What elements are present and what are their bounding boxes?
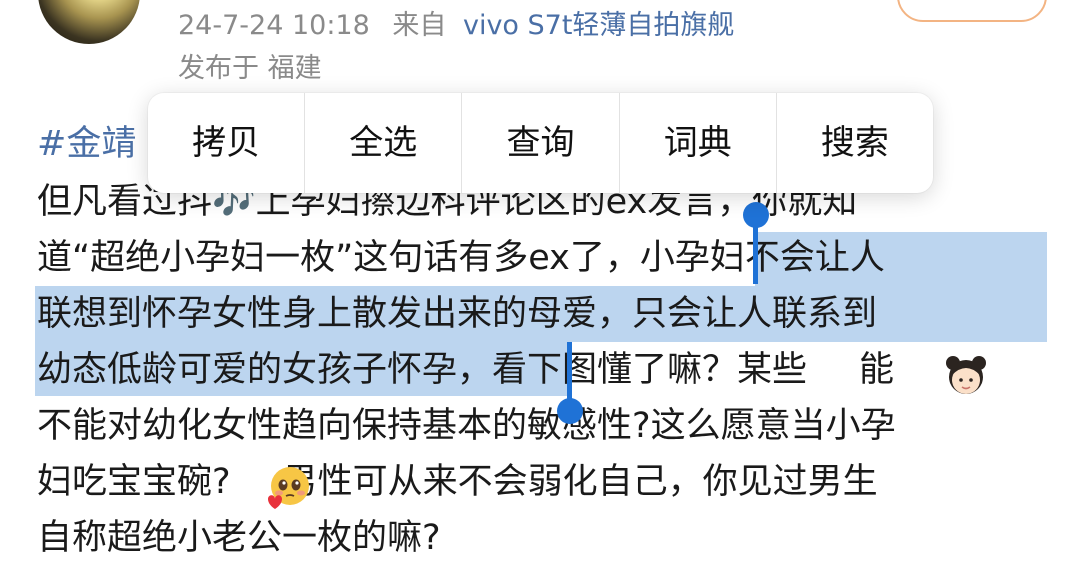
selected-text[interactable]: 幼态低龄可爱的女孩子怀孕，	[37, 350, 492, 390]
post-text: 能	[859, 350, 895, 390]
girl-emoji-icon	[946, 356, 986, 394]
pleading-face-emoji-icon	[268, 467, 309, 509]
post-text: 不能对幼化女性趋向保持基本的敏感性?这么愿意当小孕	[37, 406, 896, 446]
post-text-line: 妇吃宝宝碗? 男性可从来不会弱化自己，你见过男生	[37, 458, 878, 506]
follow-button[interactable]	[897, 0, 1047, 22]
post-text-line: 不能对幼化女性趋向保持基本的敏感性?这么愿意当小孕	[37, 402, 896, 450]
selected-text[interactable]: 小孕妇不会让人	[640, 238, 885, 278]
selection-end-handle[interactable]	[557, 398, 583, 424]
menu-dictionary[interactable]: 词典	[620, 93, 776, 193]
post-text: 男性可从来不会弱化自己，你见过男生	[282, 462, 878, 502]
menu-lookup[interactable]: 查询	[462, 93, 618, 193]
selected-text[interactable]: 联想到怀孕女性身上散发出来的母爱，只会让人联系到	[37, 294, 877, 334]
menu-select-all[interactable]: 全选	[305, 93, 461, 193]
post-text: 妇吃宝宝碗?	[37, 462, 231, 502]
post-text: 道“超绝小孕妇一枚”这句话有多ex了，	[37, 238, 640, 278]
selection-start-handle[interactable]	[743, 202, 769, 228]
post-text: 看下图懂了嘛？某些	[492, 350, 808, 390]
avatar[interactable]	[38, 0, 140, 44]
post-meta: 24-7-24 10:18 来自 vivo S7t轻薄自拍旗舰	[178, 6, 734, 46]
menu-search[interactable]: 搜索	[777, 93, 933, 193]
post-text-line: 幼态低龄可爱的女孩子怀孕，看下图懂了嘛？某些 能	[37, 346, 894, 394]
post-location: 发布于 福建	[178, 53, 322, 84]
post-datetime: 24-7-24 10:18	[178, 10, 370, 41]
post-text-line: 自称超绝小老公一枚的嘛?	[37, 514, 441, 562]
post-source-prefix: 来自	[392, 10, 447, 41]
text-selection-menu: 拷贝 全选 查询 词典 搜索	[148, 93, 933, 193]
post-source-link[interactable]: vivo S7t轻薄自拍旗舰	[463, 10, 734, 41]
post-text: 自称超绝小老公一枚的嘛?	[37, 518, 441, 558]
menu-copy[interactable]: 拷贝	[148, 93, 304, 193]
post-text-line: 联想到怀孕女性身上散发出来的母爱，只会让人联系到	[37, 290, 877, 338]
post-hashtag[interactable]: #金靖	[37, 122, 136, 166]
